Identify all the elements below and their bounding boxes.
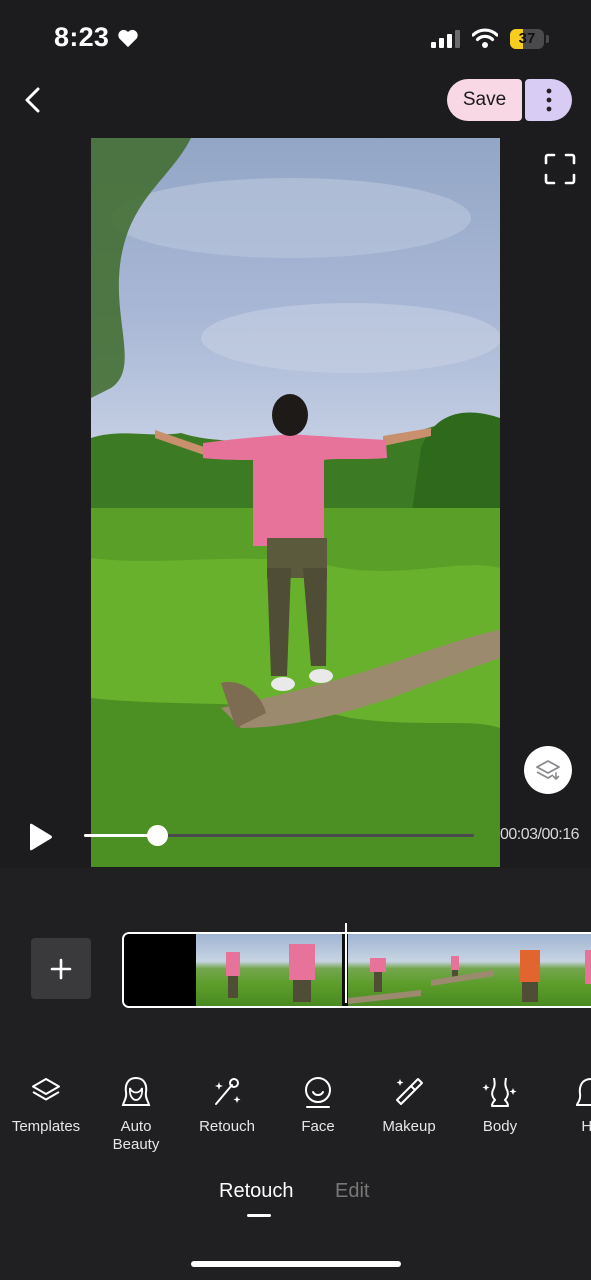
time-readout: 00:03/00:16 [500,826,580,843]
vertical-dots-icon [546,88,551,112]
tool-label: Makeup [382,1118,436,1135]
tool-label: Retouch [199,1118,255,1135]
timeline-frame [348,934,421,1006]
tool-label: Templates [11,1118,81,1135]
tab-retouch[interactable]: Retouch [219,1180,294,1203]
tools-bar: Templates Auto Beauty Retouch Face Makeu… [0,1074,591,1164]
timeline-frame [196,934,269,1006]
save-button[interactable]: Save [447,79,522,121]
face-icon [305,1077,331,1108]
magic-wand-icon [215,1078,241,1105]
battery-percent: 37 [518,30,536,47]
tool-label: Face [301,1118,335,1135]
timeline-frame [269,934,342,1006]
timeline-frame [421,934,494,1006]
home-indicator [191,1261,401,1267]
wifi-icon [472,28,498,48]
heart-icon [118,29,138,48]
tool-templates[interactable]: Templates [4,1074,88,1136]
timeline-playhead[interactable] [345,923,347,1003]
video-frame-image [91,138,500,867]
tool-makeup[interactable]: Makeup [367,1074,451,1136]
lipstick-icon [396,1078,423,1105]
back-arrow-icon[interactable] [18,84,50,116]
more-options-button[interactable] [525,79,572,121]
fullscreen-icon[interactable] [543,152,577,186]
tool-hair[interactable]: Ha [549,1074,591,1136]
plus-icon [50,958,72,979]
clip-timeline[interactable] [122,932,591,1008]
scrubber-track[interactable] [84,834,474,837]
tool-auto-beauty[interactable]: Auto Beauty [94,1074,178,1154]
play-icon[interactable] [26,822,54,852]
tool-body[interactable]: Body [458,1074,542,1136]
tool-retouch[interactable]: Retouch [185,1074,269,1136]
layers-download-button[interactable] [524,746,572,794]
cellular-signal-icon [431,30,460,48]
timeline-frame [494,934,567,1006]
face-outline-icon [121,1076,151,1106]
layers-icon [536,760,560,781]
active-tab-indicator [247,1214,271,1217]
layers-icon [32,1078,60,1101]
scrubber-handle[interactable] [147,825,169,846]
tool-label: Body [482,1118,518,1135]
timeline-frame [567,934,591,1006]
tool-label: Auto Beauty [112,1118,160,1153]
body-icon [482,1077,517,1107]
tool-face[interactable]: Face [276,1074,360,1136]
add-clip-button[interactable] [31,938,91,999]
tool-label: Ha [581,1118,591,1135]
battery-indicator: 37 [510,29,550,49]
status-time: 8:23 [54,22,110,52]
timeline-frame [124,934,197,1006]
hair-icon [575,1077,591,1106]
video-preview[interactable] [91,138,500,867]
tab-edit[interactable]: Edit [335,1180,369,1203]
